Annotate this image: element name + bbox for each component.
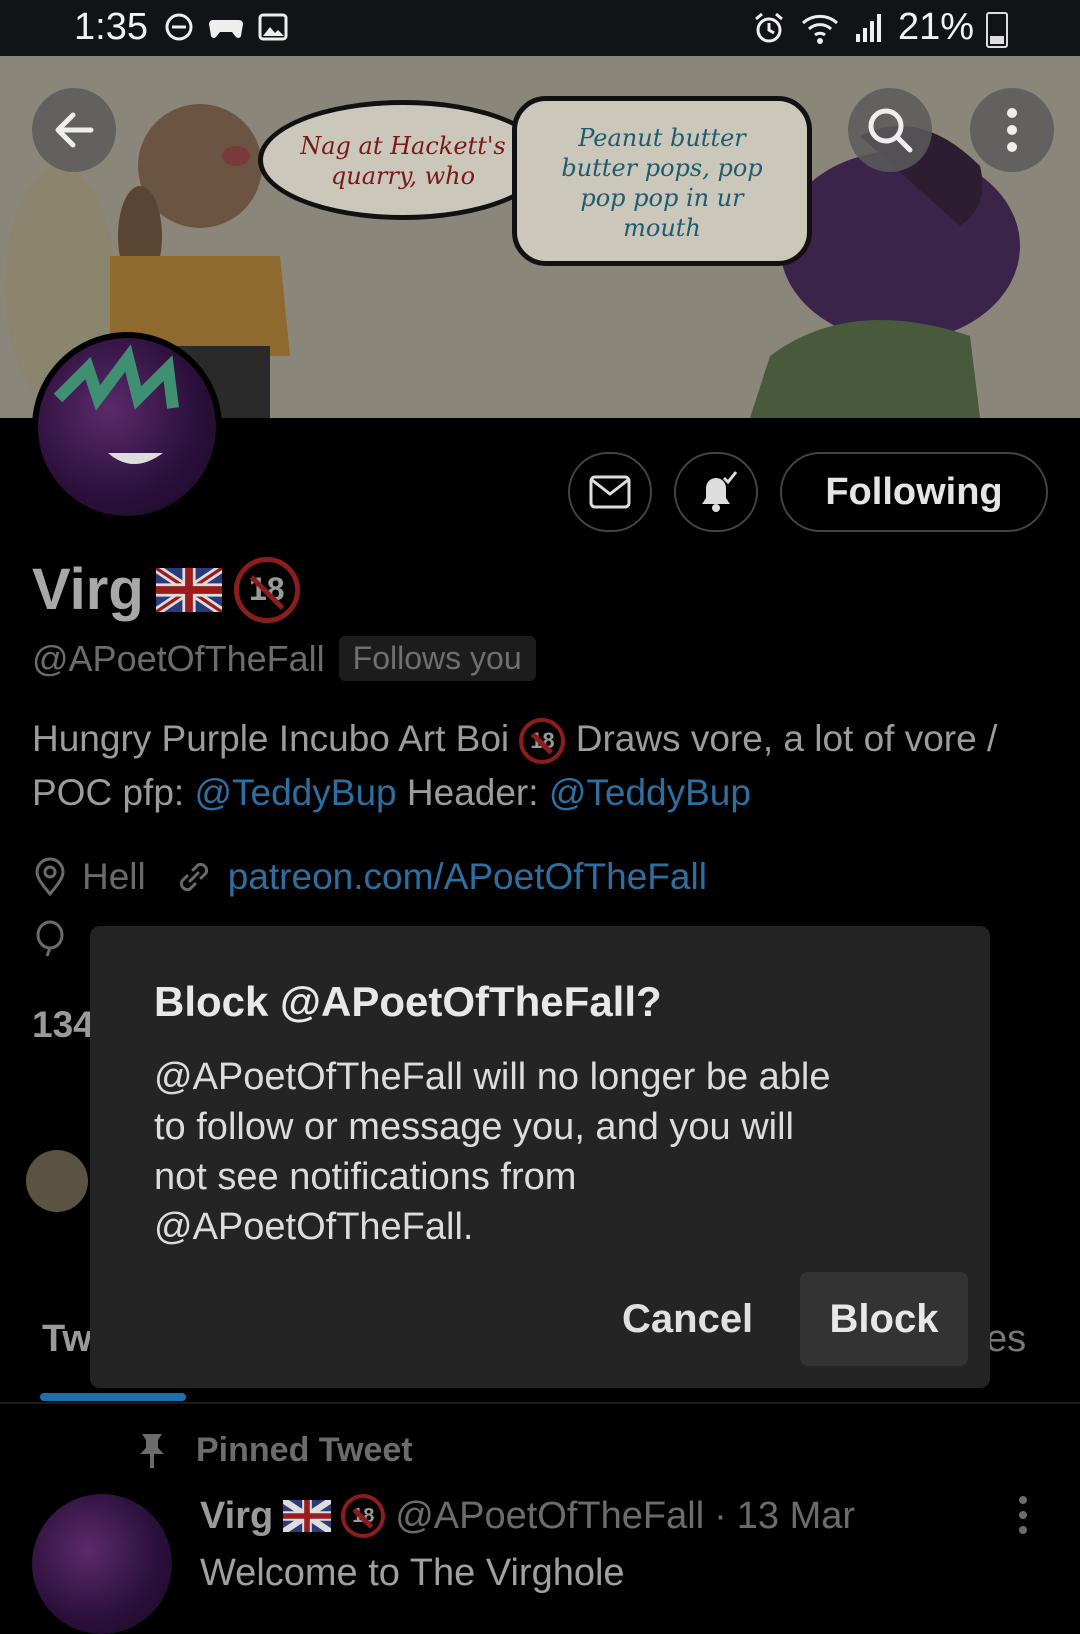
- active-tab-indicator: [40, 1393, 186, 1401]
- speech-bubble-2: Peanut butter butter pops, pop pop pop i…: [512, 96, 812, 266]
- website-link[interactable]: patreon.com/APoetOfTheFall: [228, 856, 707, 898]
- battery-percent: 21%: [897, 6, 974, 48]
- profile-avatar[interactable]: [32, 332, 222, 522]
- speech-bubble-1: Nag at Hackett's quarry, who: [258, 100, 548, 220]
- block-confirmation-dialog: Block @APoetOfTheFall? @APoetOfTheFall w…: [90, 926, 990, 1388]
- link-icon: [179, 862, 208, 892]
- uk-flag-icon: [283, 1500, 332, 1532]
- alarm-icon: [754, 12, 783, 42]
- tweet-author-name: Virg: [200, 1494, 274, 1537]
- mail-icon: [589, 475, 631, 509]
- age-restriction-icon: 18: [233, 556, 300, 623]
- block-button[interactable]: Block: [800, 1272, 968, 1366]
- tweet-author-avatar[interactable]: [32, 1494, 172, 1634]
- bio-mention-link-2[interactable]: @TeddyBup: [549, 772, 751, 813]
- do-not-disturb-icon: [165, 13, 193, 41]
- message-button[interactable]: [568, 452, 652, 532]
- search-icon: [868, 108, 913, 153]
- image-icon: [258, 13, 288, 41]
- wifi-icon: [801, 14, 838, 44]
- tweet-date: 13 Mar: [736, 1494, 856, 1537]
- tab-likes[interactable]: es: [986, 1318, 1026, 1361]
- more-options-button[interactable]: [970, 88, 1054, 172]
- status-bar: 1:35 21%: [0, 0, 1080, 56]
- status-right: 21%: [752, 6, 1010, 49]
- profile-display-name: Virg 18: [32, 556, 300, 623]
- follow-stats: 134: [32, 1004, 94, 1045]
- age-restriction-icon: 18: [341, 1494, 386, 1538]
- followed-by-avatar: [26, 1150, 88, 1212]
- tweet-separator: ·: [714, 1494, 727, 1537]
- status-left-icons: [164, 12, 288, 42]
- bio-mention-link-1[interactable]: @TeddyBup: [194, 772, 396, 813]
- location-pin-icon: [35, 857, 65, 897]
- bio-text-3: Header:: [406, 772, 539, 813]
- following-button[interactable]: Following: [780, 452, 1048, 532]
- bio-text-1: Hungry Purple Incubo Art Boi: [32, 718, 510, 759]
- tabs-divider: [0, 1402, 1080, 1404]
- profile-bio: Hungry Purple Incubo Art Boi 18 Draws vo…: [32, 712, 1052, 820]
- pinned-label-text: Pinned Tweet: [196, 1430, 413, 1469]
- bell-check-icon: [702, 471, 738, 512]
- status-time: 1:35: [74, 6, 148, 48]
- dialog-title: Block @APoetOfTheFall?: [154, 978, 662, 1025]
- following-button-label: Following: [825, 470, 1003, 513]
- more-vertical-icon: [1007, 108, 1017, 152]
- tweet-more-icon[interactable]: [1018, 1496, 1028, 1534]
- signal-icon: [855, 13, 881, 42]
- battery-icon: [986, 12, 1008, 48]
- tweet-header: Virg 18 @APoetOfTheFall · 13 Mar: [200, 1494, 855, 1538]
- location-text: Hell: [82, 856, 146, 897]
- birthday-row: [32, 920, 68, 965]
- gamepad-icon: [209, 20, 243, 38]
- follows-you-badge: Follows you: [338, 636, 536, 681]
- avatar-image: [38, 338, 216, 516]
- cancel-button[interactable]: Cancel: [600, 1272, 775, 1366]
- profile-handle: @APoetOfTheFall: [32, 637, 325, 679]
- arrow-left-icon: [55, 112, 94, 148]
- bio-age-icon: 18: [519, 718, 566, 765]
- profile-meta: Hell patreon.com/APoetOfTheFall: [32, 856, 707, 898]
- back-button[interactable]: [32, 88, 116, 172]
- tweet-text: Welcome to The Virghole: [200, 1552, 625, 1594]
- tweet-author-handle: @APoetOfTheFall: [395, 1494, 705, 1537]
- dialog-body: @APoetOfTheFall will no longer be able t…: [154, 1056, 831, 1248]
- pinned-tweet-label: Pinned Tweet: [134, 1430, 413, 1470]
- pin-icon: [140, 1434, 164, 1468]
- search-button[interactable]: [848, 88, 932, 172]
- notifications-button[interactable]: [674, 452, 758, 532]
- uk-flag-icon: [155, 567, 222, 612]
- balloon-icon: [36, 920, 64, 957]
- handle-row: @APoetOfTheFall Follows you: [32, 636, 536, 681]
- tab-tweets[interactable]: Tw: [42, 1318, 92, 1361]
- display-name-text: Virg: [32, 557, 144, 622]
